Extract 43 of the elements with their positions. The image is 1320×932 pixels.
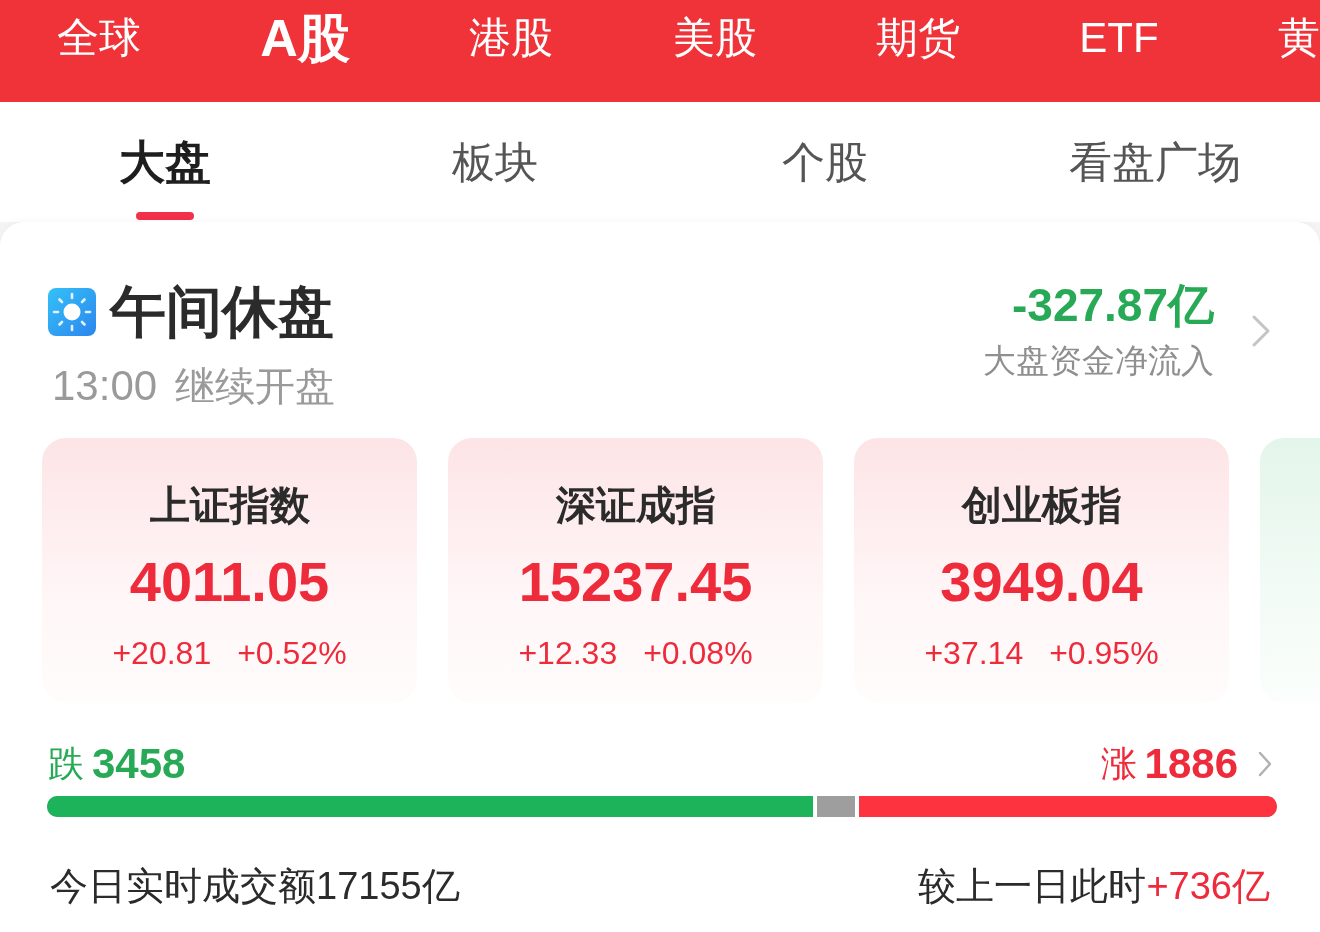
- index-card[interactable]: [1260, 438, 1320, 703]
- advance-count: 1886: [1144, 740, 1238, 788]
- index-name: 深证成指: [555, 482, 716, 529]
- compare-value: +736亿: [1146, 864, 1270, 908]
- index-name: 创业板指: [961, 482, 1122, 529]
- resume-time: 13:00: [52, 364, 158, 408]
- section-tab[interactable]: 个股: [782, 134, 868, 190]
- decline-count: 3458: [92, 740, 186, 788]
- fund-flow-value: -327.87亿: [1012, 279, 1214, 331]
- market-tab[interactable]: 美股: [672, 10, 757, 66]
- market-tab[interactable]: A股: [260, 10, 350, 66]
- index-value: 15237.45: [518, 550, 753, 614]
- market-tab[interactable]: 黄: [1277, 10, 1320, 66]
- index-change-percent: +0.08%: [643, 634, 753, 673]
- market-tab[interactable]: ETF: [1079, 10, 1159, 66]
- market-tab[interactable]: 期货: [875, 10, 960, 66]
- index-change: +20.81: [112, 634, 212, 673]
- compare-label: 较上一日此时: [918, 864, 1147, 908]
- section-tab[interactable]: 大盘: [119, 134, 211, 220]
- index-card[interactable]: 上证指数 4011.05 +20.81 +0.52%: [42, 438, 417, 703]
- index-name: 上证指数: [149, 482, 310, 529]
- decline-label: 跌: [48, 741, 84, 786]
- index-change-percent: +0.52%: [237, 634, 347, 673]
- index-change: +37.14: [924, 634, 1024, 673]
- turnover-text: 今日实时成交额17155亿: [50, 864, 460, 908]
- market-tab[interactable]: 全球: [57, 10, 141, 66]
- sun-icon: [48, 288, 96, 336]
- index-change-percent: +0.95%: [1049, 634, 1159, 673]
- advance-label: 涨: [1100, 741, 1137, 786]
- section-tab[interactable]: 看盘广场: [1069, 134, 1241, 190]
- index-value: 3949.04: [940, 550, 1143, 614]
- index-card[interactable]: 创业板指 3949.04 +37.14 +0.95%: [854, 438, 1229, 703]
- resume-label: 继续开盘: [175, 364, 336, 408]
- index-change: +12.33: [518, 634, 618, 673]
- session-title: 午间休盘: [110, 280, 334, 344]
- index-card[interactable]: 深证成指 15237.45 +12.33 +0.08%: [448, 438, 823, 703]
- section-tab[interactable]: 板块: [452, 134, 538, 190]
- chevron-right-icon[interactable]: [1252, 315, 1270, 347]
- fund-flow-label: 大盘资金净流入: [983, 341, 1214, 381]
- chevron-right-icon[interactable]: [1258, 751, 1272, 777]
- tab-underline: [136, 212, 194, 220]
- market-tab[interactable]: 港股: [469, 10, 554, 66]
- index-value: 4011.05: [129, 550, 330, 614]
